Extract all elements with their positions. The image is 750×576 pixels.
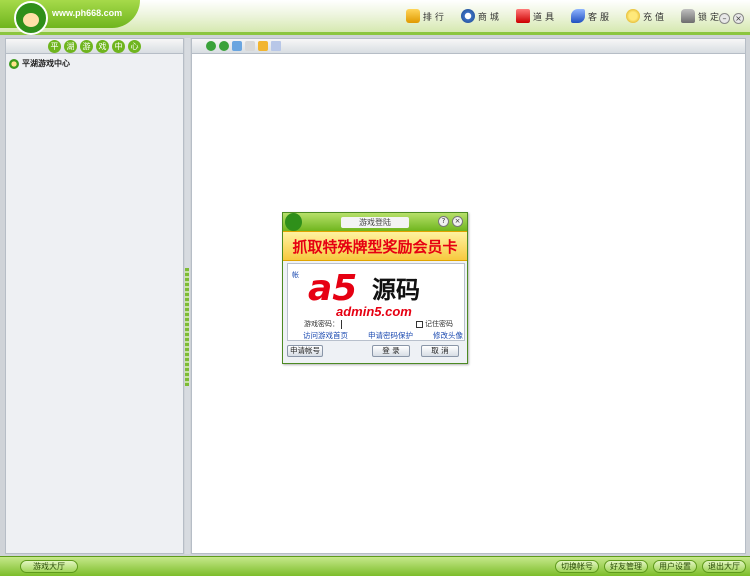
password-label: 游戏密码： bbox=[304, 320, 339, 328]
mascot-icon bbox=[285, 213, 302, 231]
panel-splitter[interactable] bbox=[185, 38, 190, 554]
dialog-links: 访问游戏首页 申请密码保护 修改头像 bbox=[303, 330, 463, 341]
top-bar: www.ph668.com 排行 商城 道具 客服 充值 锁定 – × bbox=[0, 0, 750, 35]
watermark-chinese: 源码 bbox=[372, 276, 420, 304]
account-tab[interactable]: 帐 bbox=[292, 270, 299, 280]
exit-lobby-button[interactable]: 退出大厅 bbox=[702, 560, 746, 573]
login-form: 帐 a5 源码 admin5.com 游戏密码： 记住密码 访问游戏首页 申请密… bbox=[287, 263, 465, 341]
game-center-icon bbox=[9, 58, 19, 69]
content-area bbox=[191, 38, 746, 554]
nav-rank-label: 排行 bbox=[422, 12, 447, 23]
nav-charge[interactable]: 充值 bbox=[625, 9, 667, 23]
cancel-button[interactable]: 取 消 bbox=[421, 345, 459, 357]
left-panel-header: 平 湖 游 戏 中 心 bbox=[6, 39, 183, 54]
nav-service[interactable]: 客服 bbox=[570, 9, 612, 23]
help-button[interactable]: ? bbox=[438, 216, 449, 227]
minimize-button[interactable]: – bbox=[719, 13, 730, 24]
status-bar-actions: 切换帐号 好友管理 用户设置 退出大厅 bbox=[555, 560, 746, 573]
splitter-grip[interactable] bbox=[185, 268, 189, 386]
back-icon[interactable] bbox=[206, 41, 216, 51]
header-char: 中 bbox=[112, 39, 125, 53]
password-protect-link[interactable]: 申请密码保护 bbox=[368, 330, 413, 341]
window-controls: – × bbox=[719, 13, 744, 24]
service-icon bbox=[570, 9, 585, 23]
visit-homepage-link[interactable]: 访问游戏首页 bbox=[303, 330, 348, 341]
header-char: 游 bbox=[80, 39, 93, 53]
watermark-logo: a5 bbox=[308, 268, 358, 309]
mascot-logo-icon bbox=[14, 1, 48, 35]
top-navigation: 排行 商城 道具 客服 充值 锁定 bbox=[405, 9, 722, 23]
nav-service-label: 客服 bbox=[587, 12, 612, 23]
nav-prop-label: 道具 bbox=[532, 12, 557, 23]
login-dialog: 游戏登陆 ? × 抓取特殊牌型奖励会员卡 帐 a5 源码 admin5.com … bbox=[282, 212, 468, 364]
change-avatar-link[interactable]: 修改头像 bbox=[433, 330, 463, 341]
remember-password[interactable]: 记住密码 bbox=[416, 319, 453, 329]
nav-rank[interactable]: 排行 bbox=[405, 9, 447, 23]
close-button[interactable]: × bbox=[733, 13, 744, 24]
header-char: 心 bbox=[128, 39, 141, 53]
dialog-close-button[interactable]: × bbox=[452, 216, 463, 227]
status-bar: 游戏大厅 切换帐号 好友管理 用户设置 退出大厅 bbox=[0, 556, 750, 576]
a5-watermark: a5 源码 admin5.com bbox=[304, 268, 452, 319]
apply-account-button[interactable]: 申请帐号 bbox=[287, 345, 323, 357]
dialog-titlebar: 游戏登陆 ? × bbox=[283, 213, 467, 231]
header-char: 戏 bbox=[96, 39, 109, 53]
prop-icon bbox=[515, 9, 530, 23]
tree-item-game-center[interactable]: 平湖游戏中心 bbox=[6, 54, 183, 69]
logo-url: www.ph668.com bbox=[52, 8, 123, 18]
tree-item-label: 平湖游戏中心 bbox=[22, 59, 70, 68]
remember-label: 记住密码 bbox=[425, 320, 453, 328]
password-row: 游戏密码： bbox=[304, 319, 401, 329]
game-lobby-button[interactable]: 游戏大厅 bbox=[20, 560, 78, 573]
watermark-url: admin5.com bbox=[336, 304, 412, 319]
header-char: 湖 bbox=[64, 39, 77, 53]
lock-icon bbox=[680, 9, 695, 23]
nav-mall-label: 商城 bbox=[477, 12, 502, 23]
dialog-footer: 申请帐号 登 录 取 消 bbox=[283, 345, 467, 359]
switch-account-button[interactable]: 切换帐号 bbox=[555, 560, 599, 573]
password-input[interactable] bbox=[341, 319, 401, 329]
nav-mall[interactable]: 商城 bbox=[460, 9, 502, 23]
rank-icon bbox=[405, 9, 420, 23]
browser-toolbar bbox=[192, 39, 745, 54]
promo-banner[interactable]: 抓取特殊牌型奖励会员卡 bbox=[283, 231, 467, 261]
mall-icon bbox=[460, 9, 475, 23]
nav-lock[interactable]: 锁定 bbox=[680, 9, 722, 23]
header-char: 平 bbox=[48, 39, 61, 53]
refresh-icon[interactable] bbox=[232, 41, 242, 51]
friend-manage-button[interactable]: 好友管理 bbox=[604, 560, 648, 573]
login-button[interactable]: 登 录 bbox=[372, 345, 410, 357]
left-panel: 平 湖 游 戏 中 心 平湖游戏中心 bbox=[5, 38, 184, 554]
forward-icon[interactable] bbox=[219, 41, 229, 51]
user-settings-button[interactable]: 用户设置 bbox=[653, 560, 697, 573]
remember-checkbox[interactable] bbox=[416, 320, 423, 328]
nav-prop[interactable]: 道具 bbox=[515, 9, 557, 23]
charge-icon bbox=[625, 9, 640, 23]
stop-icon[interactable] bbox=[245, 41, 255, 51]
dialog-title: 游戏登陆 bbox=[341, 217, 409, 228]
edit-icon[interactable] bbox=[271, 41, 281, 51]
nav-charge-label: 充值 bbox=[642, 12, 667, 23]
home-icon[interactable] bbox=[258, 41, 268, 51]
